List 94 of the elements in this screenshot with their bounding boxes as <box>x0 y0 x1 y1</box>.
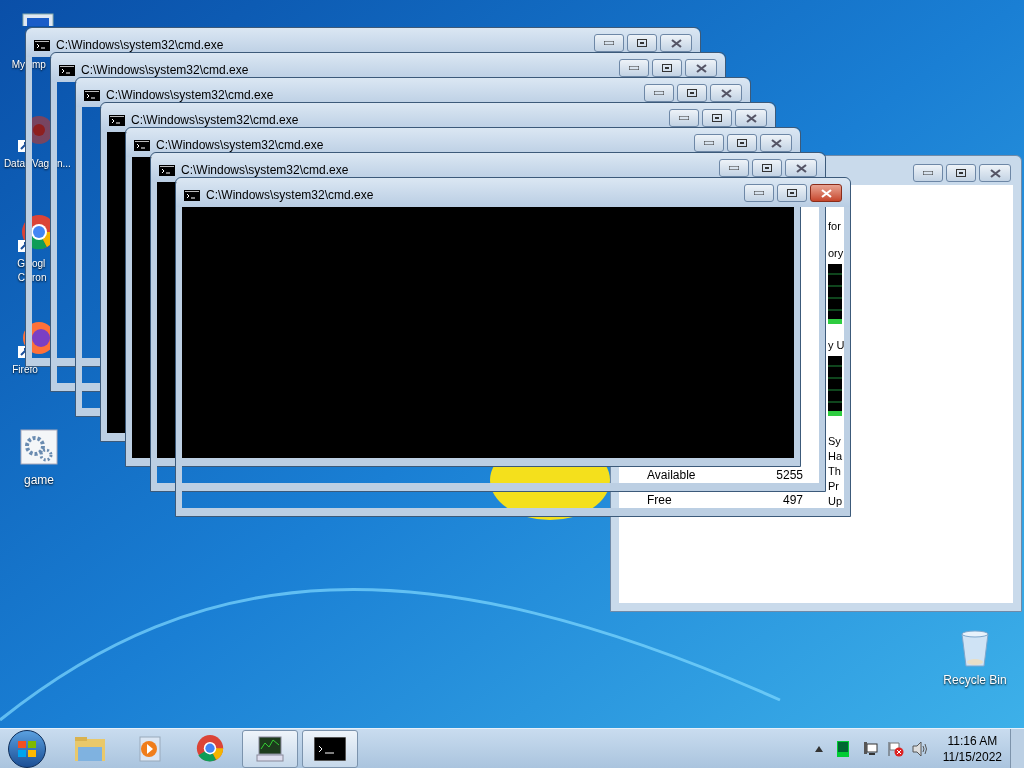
close-button[interactable] <box>760 134 792 152</box>
stat-label: Up <box>828 494 844 508</box>
flag-error-icon[interactable] <box>886 740 905 757</box>
maximize-icon <box>712 114 722 122</box>
window-title: C:\Windows\system32\cmd.exe <box>181 163 349 177</box>
close-button[interactable] <box>685 59 717 77</box>
meter-icon[interactable] <box>836 740 849 757</box>
panel-heading: y U <box>828 338 845 352</box>
memory-label: Free <box>647 493 672 508</box>
close-button[interactable] <box>710 84 742 102</box>
close-icon <box>745 113 757 123</box>
desktop-icon-label: Data <box>3 157 25 171</box>
maximize-icon <box>956 169 966 177</box>
console-icon <box>134 139 150 151</box>
desktop-icon-label: Recycle Bin <box>943 673 1007 687</box>
desktop-icon-label: mp <box>32 58 46 72</box>
panel-heading: ory <box>828 246 845 260</box>
memory-label: Available <box>647 468 696 483</box>
minimize-icon <box>629 66 639 70</box>
panel-heading: for <box>828 219 842 233</box>
close-icon <box>670 38 682 48</box>
maximize-icon <box>637 39 647 47</box>
minimize-icon <box>604 41 614 45</box>
minimize-icon <box>923 171 933 175</box>
window-title: C:\Windows\system32\cmd.exe <box>56 38 224 52</box>
maximize-button[interactable] <box>677 84 707 102</box>
close-icon <box>720 88 732 98</box>
maximize-button[interactable] <box>652 59 682 77</box>
desktop-icon-label: C <box>17 271 25 285</box>
maximize-button[interactable] <box>727 134 757 152</box>
show-hidden-icons-icon[interactable] <box>814 745 823 752</box>
maximize-icon <box>762 164 772 172</box>
close-button[interactable] <box>735 109 767 127</box>
clock[interactable]: 11:16 AM 11/15/2022 <box>938 732 1006 765</box>
folder-icon <box>74 734 106 763</box>
close-icon <box>820 188 832 198</box>
play-icon <box>137 734 163 763</box>
console-icon <box>159 164 175 176</box>
maximize-button[interactable] <box>777 184 807 202</box>
desktop-icon-label: Firefo <box>11 363 39 377</box>
speaker-icon[interactable] <box>910 740 929 757</box>
console-icon <box>84 89 100 101</box>
console-icon <box>184 189 200 201</box>
minimize-icon <box>704 141 714 145</box>
desktop-icon-label: Vag <box>32 157 50 171</box>
desktop-icon-label: n... <box>57 157 71 171</box>
close-icon <box>695 63 707 73</box>
maximize-button[interactable] <box>752 159 782 177</box>
console-icon <box>59 64 75 76</box>
close-icon <box>770 138 782 148</box>
window-title: C:\Windows\system32\cmd.exe <box>131 113 299 127</box>
console-icon <box>109 114 125 126</box>
close-button[interactable] <box>810 184 842 202</box>
start-button[interactable] <box>8 729 46 768</box>
desktop-icon-label: game <box>24 473 54 487</box>
memory-value: 497 <box>782 493 803 508</box>
desktop-icon-label: G <box>17 257 25 271</box>
network-icon[interactable] <box>862 741 879 756</box>
taskbar-button[interactable] <box>242 729 298 768</box>
memory-value: 5255 <box>776 468 803 483</box>
stat-label: Sy <box>828 434 842 448</box>
desktop-icon-label: ogl <box>32 257 46 271</box>
maximize-button[interactable] <box>702 109 732 127</box>
maximize-icon <box>787 189 797 197</box>
graph-drawing <box>828 264 842 324</box>
windows-logo-icon <box>17 739 37 758</box>
desktop-icon-label: ron <box>32 271 47 285</box>
monitor-icon <box>253 734 287 763</box>
window-title: C:\Windows\system32\cmd.exe <box>156 138 324 152</box>
window-title: C:\Windows\system32\cmd.exe <box>106 88 274 102</box>
maximize-button[interactable] <box>627 34 657 52</box>
close-button[interactable] <box>979 164 1011 182</box>
console-icon <box>34 39 50 51</box>
close-icon <box>989 168 1001 178</box>
minimize-icon <box>729 166 739 170</box>
graph-drawing <box>828 356 842 416</box>
maximize-button[interactable] <box>946 164 976 182</box>
close-button[interactable] <box>785 159 817 177</box>
window-title: C:\Windows\system32\cmd.exe <box>206 188 374 202</box>
console-icon <box>314 736 346 761</box>
taskbar-button[interactable] <box>302 729 358 768</box>
stat-label: Ha <box>828 449 844 463</box>
minimize-icon <box>754 191 764 195</box>
window-title: C:\Windows\system32\cmd.exe <box>81 63 249 77</box>
close-icon <box>795 163 807 173</box>
desktop-icon-label: My <box>11 58 25 72</box>
stat-label: Th <box>828 464 842 478</box>
stat-label: Pr <box>828 479 840 493</box>
maximize-icon <box>662 64 672 72</box>
minimize-icon <box>679 116 689 120</box>
maximize-icon <box>737 139 747 147</box>
maximize-icon <box>687 89 697 97</box>
minimize-icon <box>654 91 664 95</box>
close-button[interactable] <box>660 34 692 52</box>
